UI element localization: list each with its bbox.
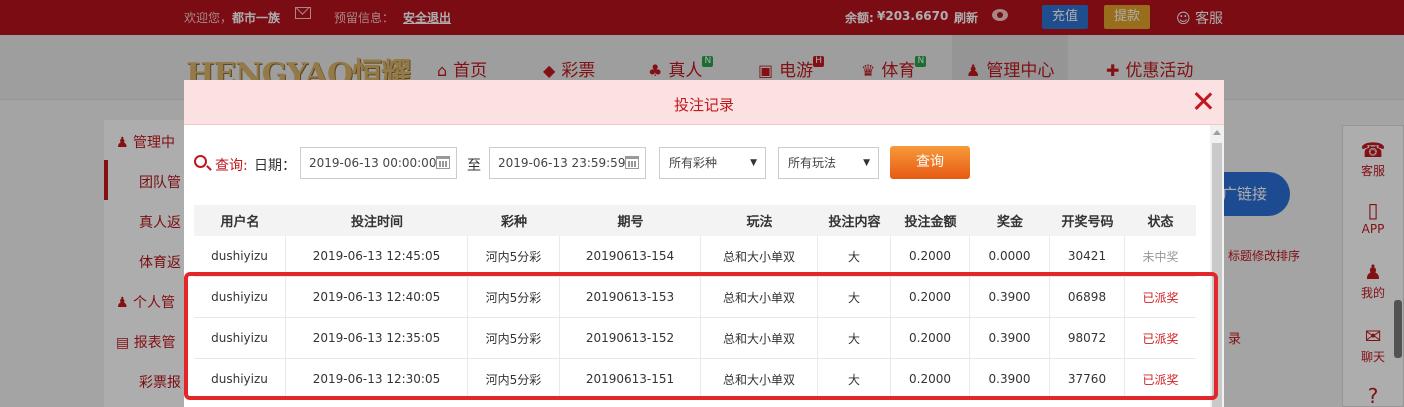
cell-draw-number: 06898 bbox=[1050, 277, 1125, 317]
chevron-down-icon: ▼ bbox=[750, 158, 757, 168]
cell-content: 大 bbox=[818, 318, 891, 358]
table-row: dushiyizu 2019-06-13 12:30:05 河内5分彩 2019… bbox=[194, 359, 1196, 400]
cell-amount: 0.2000 bbox=[891, 318, 970, 358]
cell-period: 20190613-151 bbox=[560, 359, 701, 399]
cell-amount: 0.2000 bbox=[891, 236, 970, 276]
column-header: 奖金 bbox=[996, 215, 1023, 230]
cell-status: 已派奖 bbox=[1142, 290, 1179, 305]
cell-play: 总和大小单双 bbox=[701, 318, 818, 358]
table-row: dushiyizu 2019-06-13 12:35:05 河内5分彩 2019… bbox=[194, 318, 1196, 359]
cell-amount: 0.2000 bbox=[891, 359, 970, 399]
cell-draw-number: 37760 bbox=[1050, 359, 1125, 399]
scroll-thumb[interactable] bbox=[1212, 143, 1222, 407]
column-header: 状态 bbox=[1147, 215, 1174, 230]
query-button[interactable]: 查询 bbox=[890, 146, 970, 179]
cell-username: dushiyizu bbox=[194, 236, 286, 276]
cell-lottery: 河内5分彩 bbox=[468, 277, 560, 317]
end-date-input[interactable]: 2019-06-13 23:59:59 bbox=[489, 147, 646, 179]
cell-content: 大 bbox=[818, 359, 891, 399]
column-header: 彩种 bbox=[500, 215, 527, 230]
cell-period: 20190613-154 bbox=[560, 236, 701, 276]
column-header: 期号 bbox=[617, 215, 644, 230]
cell-lottery: 河内5分彩 bbox=[468, 359, 560, 399]
lottery-select[interactable]: 所有彩种 ▼ bbox=[659, 147, 766, 179]
chevron-down-icon: ▼ bbox=[863, 158, 870, 168]
cell-period: 20190613-152 bbox=[560, 318, 701, 358]
cell-draw-number: 98072 bbox=[1050, 318, 1125, 358]
cell-period: 20190613-153 bbox=[560, 277, 701, 317]
cell-lottery: 河内5分彩 bbox=[468, 318, 560, 358]
cell-status: 未中奖 bbox=[1142, 249, 1179, 264]
column-header: 投注内容 bbox=[828, 215, 881, 230]
cell-amount: 0.2000 bbox=[891, 277, 970, 317]
date-label: 日期： bbox=[254, 158, 296, 174]
cell-draw-number: 30421 bbox=[1050, 236, 1125, 276]
query-label: 查询: bbox=[215, 158, 248, 174]
filter-bar: 查询: 日期： 2019-06-13 00:00:00 至 2019-06-13… bbox=[184, 125, 1204, 205]
table-row: dushiyizu 2019-06-13 12:45:05 河内5分彩 2019… bbox=[194, 236, 1196, 277]
cell-lottery: 河内5分彩 bbox=[468, 236, 560, 276]
modal-header: 投注记录 bbox=[184, 80, 1224, 125]
to-label: 至 bbox=[467, 158, 481, 174]
scroll-up-icon[interactable] bbox=[1213, 130, 1221, 135]
column-header: 开奖号码 bbox=[1061, 215, 1114, 230]
play-select[interactable]: 所有玩法 ▼ bbox=[778, 147, 879, 179]
cell-play: 总和大小单双 bbox=[701, 236, 818, 276]
cell-bet-time: 2019-06-13 12:30:05 bbox=[286, 359, 468, 399]
cell-content: 大 bbox=[818, 236, 891, 276]
cell-status: 已派奖 bbox=[1142, 331, 1179, 346]
cell-bet-time: 2019-06-13 12:45:05 bbox=[286, 236, 468, 276]
cell-username: dushiyizu bbox=[194, 277, 286, 317]
start-date-input[interactable]: 2019-06-13 00:00:00 bbox=[300, 147, 457, 179]
column-header: 投注金额 bbox=[904, 215, 957, 230]
calendar-icon[interactable] bbox=[436, 156, 450, 169]
cell-content: 大 bbox=[818, 277, 891, 317]
search-icon bbox=[194, 155, 207, 168]
table-header: 用户名 投注时间 彩种 期号 玩法 投注内容 投注金额 奖金 开奖号码 状态 bbox=[194, 205, 1196, 236]
cell-prize: 0.0000 bbox=[970, 236, 1050, 276]
bet-record-modal: 投注记录 查询: 日期： 2019-06-13 00:00:00 至 2019-… bbox=[184, 80, 1224, 407]
table-row: dushiyizu 2019-06-13 12:40:05 河内5分彩 2019… bbox=[194, 277, 1196, 318]
cell-username: dushiyizu bbox=[194, 359, 286, 399]
cell-play: 总和大小单双 bbox=[701, 277, 818, 317]
close-icon[interactable] bbox=[1192, 90, 1214, 112]
cell-bet-time: 2019-06-13 12:35:05 bbox=[286, 318, 468, 358]
modal-scrollbar[interactable] bbox=[1210, 125, 1224, 407]
column-header: 玩法 bbox=[746, 215, 773, 230]
cell-prize: 0.3900 bbox=[970, 277, 1050, 317]
cell-prize: 0.3900 bbox=[970, 318, 1050, 358]
column-header: 用户名 bbox=[220, 215, 260, 230]
cell-bet-time: 2019-06-13 12:40:05 bbox=[286, 277, 468, 317]
cell-play: 总和大小单双 bbox=[701, 359, 818, 399]
cell-prize: 0.3900 bbox=[970, 359, 1050, 399]
column-header: 投注时间 bbox=[350, 215, 403, 230]
cell-username: dushiyizu bbox=[194, 318, 286, 358]
cell-status: 已派奖 bbox=[1142, 372, 1179, 387]
modal-title: 投注记录 bbox=[673, 96, 734, 114]
calendar-icon[interactable] bbox=[625, 156, 639, 169]
